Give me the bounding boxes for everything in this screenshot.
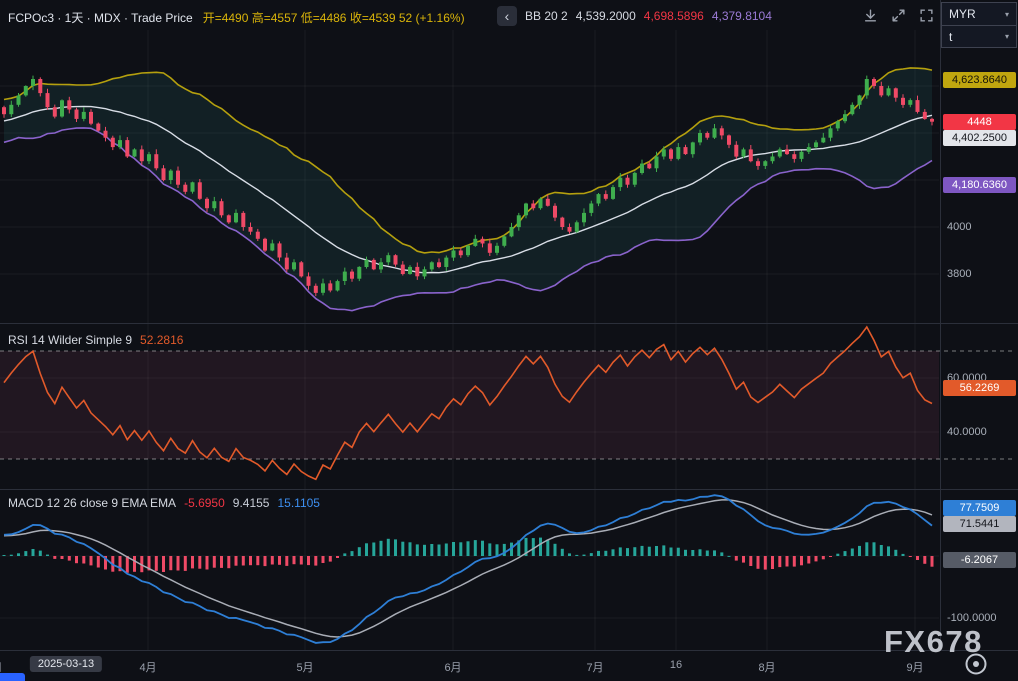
time-crosshair-badge: 2025-03-13: [30, 656, 102, 672]
chevron-down-icon: ▾: [1005, 32, 1009, 41]
macd-title: MACD 12 26 close 9 EMA EMA: [8, 496, 176, 510]
time-label: 5月: [296, 659, 313, 675]
macd-line-value: 9.4155: [233, 496, 270, 510]
bb-basis-value: 4,539.2000: [576, 9, 636, 23]
time-label: 16: [670, 659, 682, 671]
last-price-badge: 4448: [943, 114, 1016, 130]
time-label: 4月: [139, 659, 156, 675]
unit-select[interactable]: t ▾: [942, 25, 1016, 47]
fx678-logo-icon: [963, 651, 989, 677]
bb-lower-value: 4,379.8104: [712, 9, 772, 23]
price-axis[interactable]: 4,623.8640 4448 4,402.2500 4,180.6360 40…: [941, 0, 1018, 651]
macd-signal-value: 15.1105: [277, 496, 320, 510]
macd-indicator-legend[interactable]: MACD 12 26 close 9 EMA EMA -5.6950 9.415…: [8, 496, 320, 510]
rsi-label-40: 40.0000: [947, 425, 987, 439]
time-label: 8月: [758, 659, 775, 675]
scroll-to-latest-icon: [863, 8, 878, 23]
rsi-indicator-legend[interactable]: RSI 14 Wilder Simple 9 52.2816: [8, 333, 183, 347]
unit-label: t: [949, 30, 952, 44]
rsi-value: 52.2816: [140, 333, 183, 347]
bb-lower-price-badge: 4,180.6360: [943, 177, 1016, 193]
symbol-legend: FCPOc3 · 1天 · MDX · Trade Price 开=4490 高…: [8, 9, 465, 26]
maximize-button[interactable]: [886, 6, 911, 28]
signal-value-badge: 71.5441: [943, 516, 1016, 532]
chart-toolbar: [858, 6, 939, 28]
rsi-value-badge: 56.2269: [943, 380, 1016, 396]
currency-select[interactable]: MYR ▾: [942, 3, 1016, 25]
chevron-down-icon: ▾: [1005, 10, 1009, 19]
rsi-title: RSI 14 Wilder Simple 9: [8, 333, 132, 347]
time-label: 7月: [586, 659, 603, 675]
bb-upper-value: 4,698.5896: [644, 9, 704, 23]
hist-value-badge: -6.2067: [943, 552, 1016, 568]
maximize-icon: [891, 8, 906, 23]
time-label: 9月: [906, 659, 923, 675]
collapse-panel-button[interactable]: ‹: [497, 6, 517, 26]
macd-hist-value: -5.6950: [184, 496, 225, 510]
fullscreen-icon: [919, 8, 934, 23]
time-axis[interactable]: 3月2025-03-134月5月6月7月168月9月: [0, 652, 1018, 681]
bb-label[interactable]: BB 20 2: [525, 9, 568, 23]
macd-value-badge: 77.7509: [943, 500, 1016, 516]
currency-label: MYR: [949, 7, 976, 21]
bottom-left-partial-button[interactable]: [0, 673, 25, 681]
unit-panel: MYR ▾ t ▾: [941, 2, 1017, 48]
chart-canvas[interactable]: [0, 0, 1018, 651]
price-label-3800: 3800: [947, 267, 971, 281]
fullscreen-button[interactable]: [914, 6, 939, 28]
symbol-title[interactable]: FCPOc3 · 1天 · MDX · Trade Price: [8, 9, 193, 26]
time-label: 6月: [444, 659, 461, 675]
scroll-to-latest-button[interactable]: [858, 6, 883, 28]
bb-indicator-legend: ‹ BB 20 2 4,539.2000 4,698.5896 4,379.81…: [497, 6, 772, 26]
ohlc-values: 开=4490 高=4557 低=4486 收=4539 52 (+1.16%): [203, 9, 465, 26]
bb-basis-price-badge: 4,402.2500: [943, 130, 1016, 146]
macd-label--100: -100.0000: [947, 611, 997, 625]
bb-upper-price-badge: 4,623.8640: [943, 72, 1016, 88]
trading-chart-app: FCPOc3 · 1天 · MDX · Trade Price 开=4490 高…: [0, 0, 1018, 681]
price-label-4000: 4000: [947, 220, 971, 234]
